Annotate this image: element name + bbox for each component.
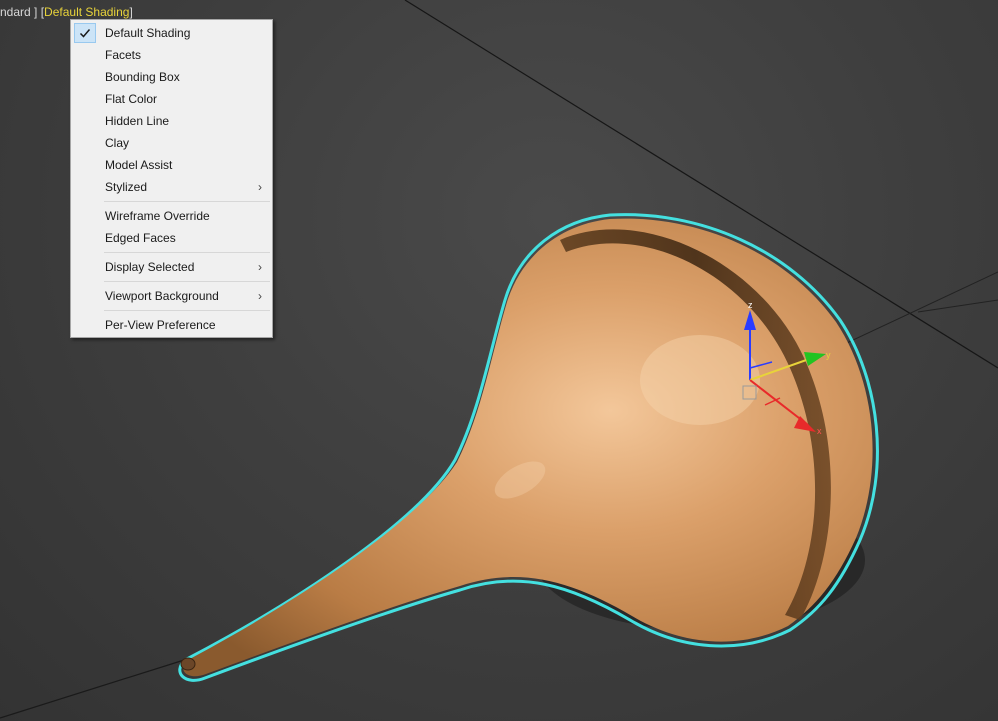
nozzle-tip: [180, 657, 196, 671]
menu-separator: [104, 201, 270, 202]
menu-item-per-view-preference[interactable]: Per-View Preference: [71, 314, 272, 336]
menu-item-edged-faces[interactable]: Edged Faces: [71, 227, 272, 249]
gizmo-y-label: y: [826, 350, 831, 360]
grid-line: [0, 654, 201, 719]
viewport-label-close-bracket: ]: [129, 5, 133, 19]
menu-item-model-assist[interactable]: Model Assist: [71, 154, 272, 176]
menu-item-label: Default Shading: [105, 26, 191, 40]
chevron-right-icon: ›: [258, 260, 262, 274]
viewport-label: ndard ] [Default Shading]: [0, 4, 133, 20]
menu-separator: [104, 310, 270, 311]
menu-item-label: Wireframe Override: [105, 209, 210, 223]
menu-separator: [104, 281, 270, 282]
menu-item-display-selected[interactable]: Display Selected ›: [71, 256, 272, 278]
viewport-label-prefix[interactable]: ndard ]: [0, 4, 37, 20]
menu-separator: [104, 252, 270, 253]
chevron-right-icon: ›: [258, 180, 262, 194]
menu-item-label: Display Selected: [105, 260, 195, 274]
menu-item-clay[interactable]: Clay: [71, 132, 272, 154]
menu-item-label: Viewport Background: [105, 289, 219, 303]
bulb-highlight: [640, 335, 760, 425]
menu-item-label: Stylized: [105, 180, 148, 194]
menu-item-bounding-box[interactable]: Bounding Box: [71, 66, 272, 88]
menu-item-flat-color[interactable]: Flat Color: [71, 88, 272, 110]
viewport-shading-label[interactable]: Default Shading: [44, 4, 129, 20]
gizmo-x-label: x: [817, 426, 822, 436]
menu-item-label: Clay: [105, 136, 130, 150]
menu-item-label: Per-View Preference: [105, 318, 216, 332]
grid-line: [917, 299, 998, 313]
menu-item-stylized[interactable]: Stylized ›: [71, 176, 272, 198]
rubber-bulb-object[interactable]: [178, 213, 879, 682]
gizmo-z-label: z: [748, 300, 753, 310]
checkmark-icon: [74, 23, 96, 43]
menu-item-label: Facets: [105, 48, 142, 62]
menu-item-label: Bounding Box: [105, 70, 180, 84]
menu-item-viewport-background[interactable]: Viewport Background ›: [71, 285, 272, 307]
menu-item-default-shading[interactable]: Default Shading: [71, 22, 272, 44]
chevron-right-icon: ›: [258, 289, 262, 303]
bulb-body: [183, 218, 873, 677]
menu-item-wireframe-override[interactable]: Wireframe Override: [71, 205, 272, 227]
menu-item-facets[interactable]: Facets: [71, 44, 272, 66]
3d-viewport[interactable]: z y x ndard ] [Default Shading] Default …: [0, 0, 998, 721]
menu-item-label: Model Assist: [105, 158, 173, 172]
menu-item-label: Flat Color: [105, 92, 158, 106]
menu-item-label: Hidden Line: [105, 114, 170, 128]
shading-context-menu: Default Shading Facets Bounding Box Flat…: [70, 19, 273, 338]
menu-item-hidden-line[interactable]: Hidden Line: [71, 110, 272, 132]
menu-item-label: Edged Faces: [105, 231, 176, 245]
